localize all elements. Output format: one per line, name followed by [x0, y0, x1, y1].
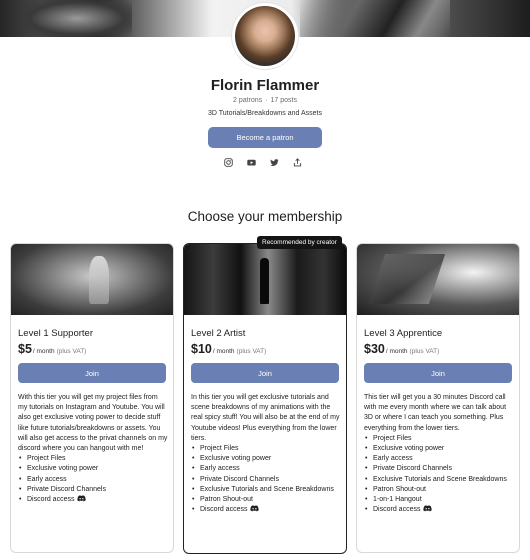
creator-tagline: 3D Tutorials/Breakdowns and Assets [207, 110, 322, 117]
benefit-item: Project Files [191, 444, 341, 454]
recommended-badge: Recommended by creator [257, 236, 342, 249]
benefit-item: Exclusive Tutorials and Scene Breakdowns [364, 475, 514, 485]
banner-glow [22, 0, 132, 37]
tier-title: Level 3 Apprentice [364, 328, 443, 339]
price-period: / month [212, 348, 235, 355]
tier-card-level-2: Level 2 Artist $10/ month (plus VAT) Join… [183, 243, 347, 554]
tier-image-figure [89, 256, 109, 304]
join-button[interactable]: Join [364, 363, 512, 383]
join-button[interactable]: Join [18, 363, 166, 383]
benefit-item: Exclusive voting power [191, 454, 341, 464]
tier-price: $10/ month (plus VAT) [191, 342, 266, 356]
tier-image [184, 244, 346, 315]
price-vat: (plus VAT) [409, 348, 440, 355]
become-patron-button[interactable]: Become a patron [208, 127, 322, 148]
price-vat: (plus VAT) [56, 348, 87, 355]
twitter-icon[interactable] [269, 157, 279, 167]
price-vat: (plus VAT) [236, 348, 267, 355]
tier-image [11, 244, 173, 315]
tier-title: Level 2 Artist [191, 328, 246, 339]
benefit-item: Patron Shout-out [191, 495, 341, 505]
tier-image [357, 244, 519, 315]
benefit-item-discord: Discord access [364, 505, 514, 516]
tier-description: This tier will get you a 30 minutes Disc… [364, 394, 507, 432]
benefit-label: Discord access [200, 506, 248, 514]
tier-card-level-1: Level 1 Supporter $5/ month (plus VAT) Jo… [10, 243, 174, 553]
benefit-item: Project Files [364, 434, 514, 444]
price-amount: $10 [191, 342, 212, 356]
tier-card-level-3: Level 3 Apprentice $30/ month (plus VAT) … [356, 243, 520, 553]
tier-price: $5/ month (plus VAT) [18, 342, 86, 356]
benefit-item: Exclusive voting power [364, 444, 514, 454]
benefit-list: Project Files Exclusive voting power Ear… [191, 444, 341, 516]
tier-image-figure [260, 258, 269, 304]
benefit-item: Early access [191, 464, 341, 474]
benefit-item-discord: Discord access [18, 495, 168, 505]
benefit-item: Patron Shout-out [364, 485, 514, 495]
benefit-item-discord: Discord access [191, 505, 341, 516]
join-button[interactable]: Join [191, 363, 339, 383]
post-count: 17 posts [270, 97, 297, 104]
tier-image-shard [368, 254, 446, 304]
tier-price: $30/ month (plus VAT) [364, 342, 439, 356]
benefit-item: Early access [364, 454, 514, 464]
discord-icon [77, 495, 87, 502]
social-links [223, 157, 302, 167]
tier-description: In this tier you will get exclusive tuto… [191, 394, 340, 442]
benefit-item: Private Discord Channels [18, 485, 168, 495]
share-icon[interactable] [292, 157, 302, 167]
discord-icon [250, 505, 260, 512]
benefit-item: Early access [18, 475, 168, 485]
instagram-icon[interactable] [223, 157, 233, 167]
discord-icon [423, 505, 433, 512]
separator-dot: · [265, 97, 268, 104]
creator-stats: 2 patrons · 17 posts [0, 97, 530, 104]
youtube-icon[interactable] [246, 157, 256, 167]
benefit-item: 1-on-1 Hangout [364, 495, 514, 505]
benefit-label: Discord access [373, 506, 421, 514]
tier-description-block: This tier will get you a 30 minutes Disc… [364, 393, 514, 516]
price-period: / month [385, 348, 408, 355]
price-period: / month [32, 348, 55, 355]
avatar-photo [235, 6, 295, 66]
benefit-item: Exclusive voting power [18, 464, 168, 474]
tier-title: Level 1 Supporter [18, 328, 93, 339]
benefit-item: Private Discord Channels [364, 464, 514, 474]
benefit-item: Project Files [18, 454, 168, 464]
benefit-label: Discord access [27, 496, 75, 504]
creator-name: Florin Flammer [210, 77, 320, 94]
price-amount: $5 [18, 342, 32, 356]
membership-heading: Choose your membership [187, 209, 343, 224]
tier-description-block: In this tier you will get exclusive tuto… [191, 393, 341, 516]
benefit-item: Private Discord Channels [191, 475, 341, 485]
price-amount: $30 [364, 342, 385, 356]
benefit-list: Project Files Exclusive voting power Ear… [18, 454, 168, 505]
tier-description: With this tier you will get my project f… [18, 394, 168, 453]
avatar[interactable] [232, 3, 298, 69]
tier-description-block: With this tier you will get my project f… [18, 393, 168, 505]
banner-streak [300, 0, 450, 37]
patron-count: 2 patrons [233, 97, 263, 104]
benefit-list: Project Files Exclusive voting power Ear… [364, 434, 514, 516]
benefit-item: Exclusive Tutorials and Scene Breakdowns [191, 485, 341, 495]
